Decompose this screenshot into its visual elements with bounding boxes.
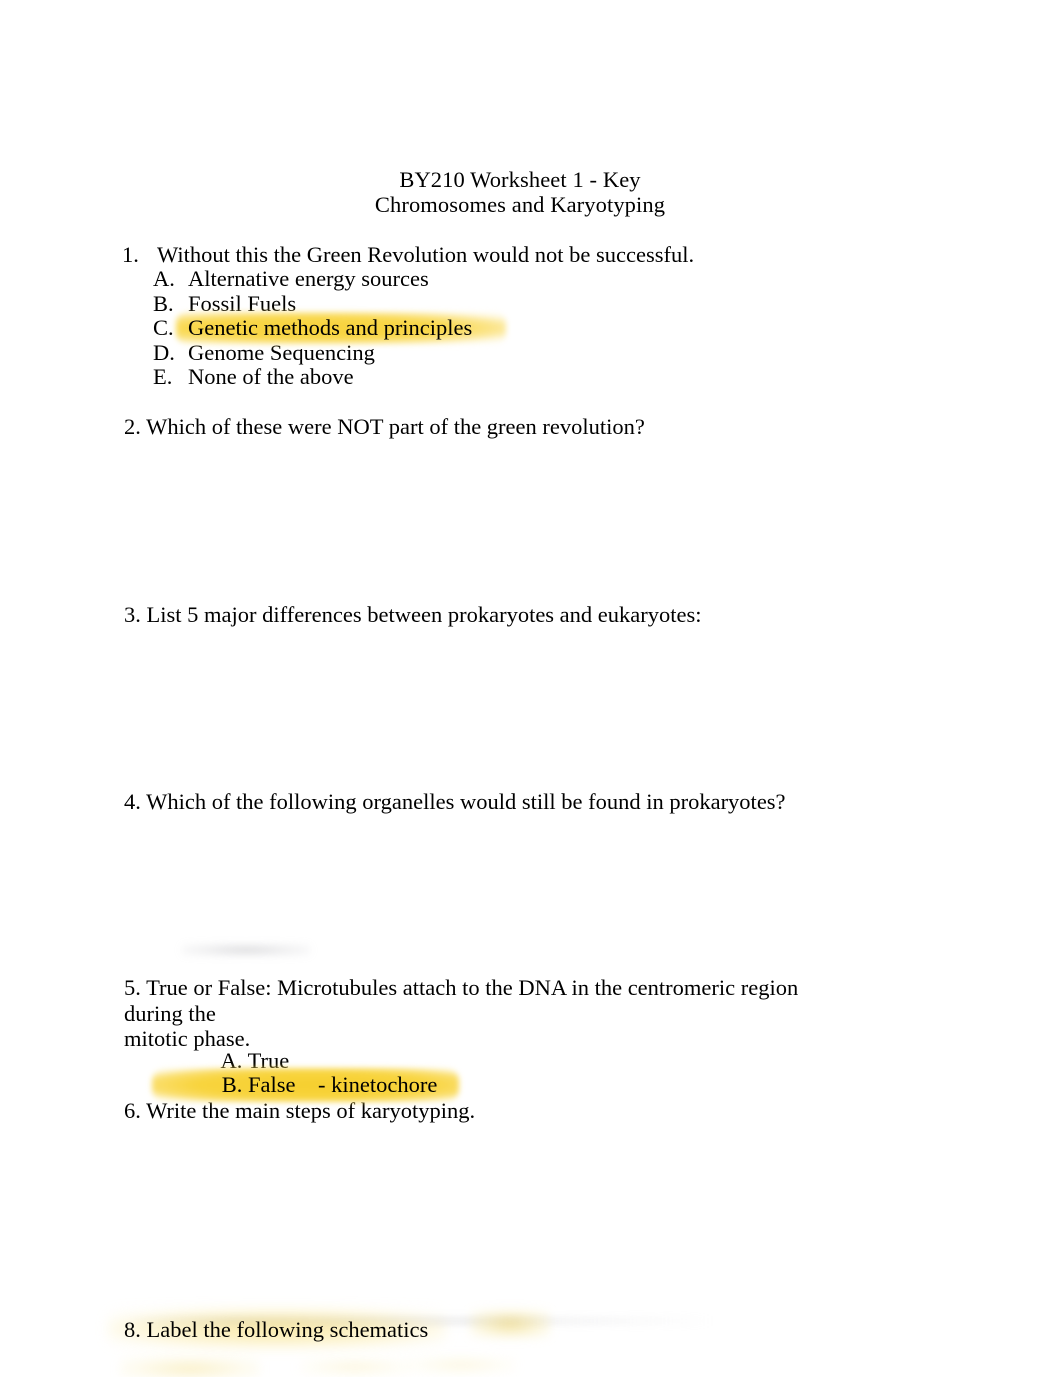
option-d-label: Genome Sequencing [188,339,375,365]
question-1-option-d[interactable]: D. Genome Sequencing [153,339,882,365]
title-line-2: Chromosomes and Karyotyping [374,191,666,217]
page-title: BY210 Worksheet 1 - Key Chromosomes and … [0,167,1040,217]
question-1-option-a[interactable]: A. Alternative energy sources [153,266,882,292]
question-1-options: A. Alternative energy sources B. Fossil … [122,266,882,389]
title-line-1: BY210 Worksheet 1 - Key [399,167,641,192]
question-1: 1. Without this the Green Revolution wou… [122,242,882,389]
highlighter-bleed-artifact-5 [406,1356,516,1374]
question-3: 3. List 5 major differences between prok… [124,602,702,627]
highlighter-bleed-artifact-4 [300,1358,410,1376]
option-a-label: Alternative energy sources [188,266,429,292]
question-5-option-a[interactable]: A. True [188,1024,437,1073]
option-e-marker: E. [153,363,173,389]
worksheet-page: BY210 Worksheet 1 - Key Chromosomes and … [0,0,1062,1377]
question-2: 2. Which of these were NOT part of the g… [124,414,645,439]
question-4: 4. Which of the following organelles wou… [124,789,786,814]
question-8-label: 8. Label the following schematics [124,1317,429,1342]
question-5-option-b-label-highlighted: B. False - kinetochore [221,1072,438,1097]
option-b-marker: B. [153,290,174,316]
option-d-marker: D. [153,339,175,365]
question-1-stem-text: Without this the Green Revolution would … [157,242,695,267]
question-1-stem: 1. Without this the Green Revolution wou… [122,242,882,267]
question-1-option-e[interactable]: E. None of the above [153,363,882,389]
highlighter-bleed-artifact-3 [120,1356,260,1377]
option-c-label-highlighted: Genetic methods and principles [188,315,473,341]
option-a-marker: A. [153,266,175,292]
question-5-options: A. True B. False - kinetochore [188,1024,438,1097]
question-1-option-c[interactable]: C. Genetic methods and principles [153,315,882,341]
question-1-marker: 1. [122,242,139,267]
question-8: 8. Label the following schematics [124,1315,944,1344]
option-c-marker: C. [153,315,174,341]
scan-smudge-artifact [182,944,310,956]
option-e-label: None of the above [188,363,354,389]
